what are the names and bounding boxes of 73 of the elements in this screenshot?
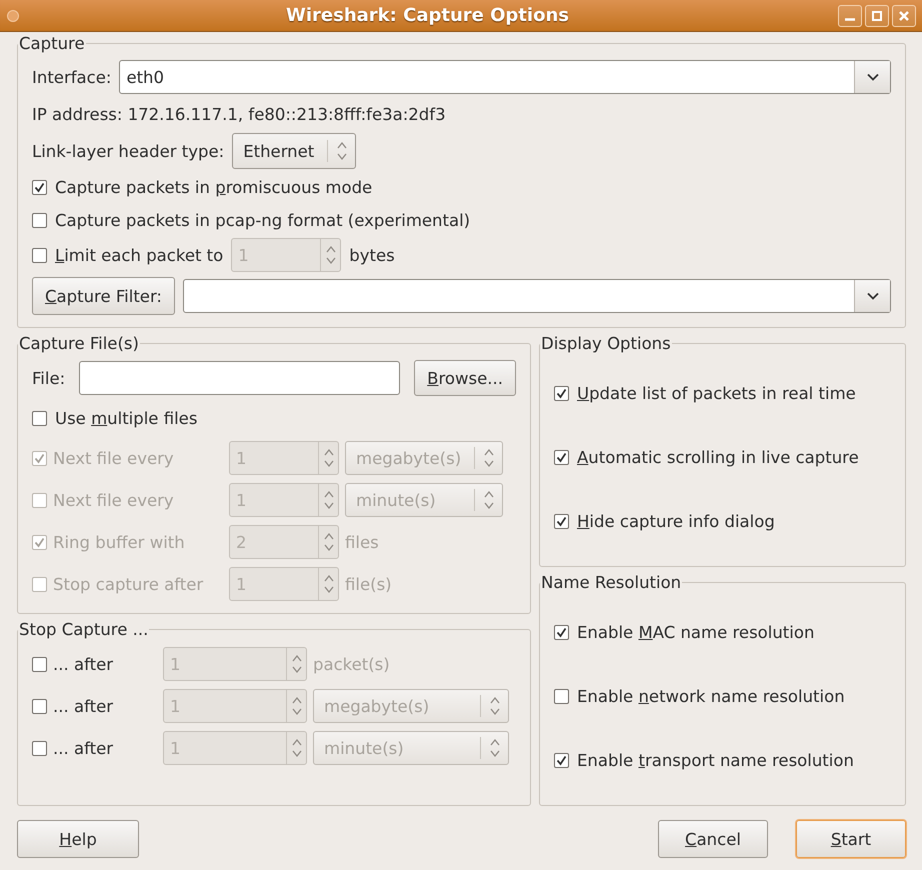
- caret-icon: [866, 73, 878, 81]
- checkbox-label: Enable transport name resolution: [577, 751, 854, 770]
- checkbox[interactable]: [554, 753, 569, 768]
- checkbox-label: Limit each packet to: [55, 246, 224, 264]
- link-type-dropdown[interactable]: Ethernet: [232, 133, 356, 169]
- dialog-button[interactable]: Cancel: [658, 820, 768, 858]
- checkbox-label: Hide capture info dialog: [577, 512, 775, 532]
- checkbox[interactable]: [554, 450, 569, 465]
- file-field[interactable]: [79, 361, 400, 395]
- checkbox[interactable]: [32, 698, 47, 714]
- section-title: Name Resolution: [540, 573, 682, 592]
- browse-button[interactable]: Browse...: [414, 360, 516, 396]
- checkbox-label: ... after: [53, 738, 114, 758]
- checkbox[interactable]: [32, 180, 47, 195]
- dialog-button[interactable]: Help: [17, 820, 139, 858]
- spin-arrows-icon: [322, 489, 334, 511]
- unit-label: file(s): [345, 574, 392, 594]
- checkbox[interactable]: [32, 410, 47, 426]
- checkbox[interactable]: [554, 688, 569, 704]
- window-title: Wireshark: Capture Options: [285, 5, 570, 26]
- checkbox-label: Ring buffer with: [53, 532, 186, 552]
- checkbox-label: ... after: [53, 696, 114, 716]
- updown-icon: [482, 447, 494, 469]
- field-label: Interface:: [32, 68, 112, 86]
- capture-filter-button[interactable]: Capture Filter:: [32, 277, 175, 315]
- checkbox-label: Automatic scrolling in live capture: [577, 448, 859, 467]
- spin-arrows-icon: [290, 653, 302, 675]
- section-title: Capture: [18, 34, 86, 53]
- section-title: Stop Capture ...: [18, 620, 150, 639]
- minimize-button[interactable]: [838, 4, 862, 26]
- checkbox-label: Update list of packets in real time: [577, 384, 856, 403]
- interface-combo[interactable]: eth0: [119, 60, 891, 94]
- updown-icon: [488, 737, 500, 759]
- checkbox-label: Capture packets in promiscuous mode: [55, 178, 372, 197]
- updown-icon: [336, 140, 348, 162]
- spin-arrows-icon: [322, 531, 334, 553]
- updown-icon: [488, 695, 500, 717]
- checkbox[interactable]: [554, 386, 569, 401]
- checkbox-label: ... after: [53, 654, 114, 674]
- checkbox[interactable]: [554, 624, 569, 640]
- unit-label: files: [345, 532, 379, 552]
- checkbox[interactable]: [32, 656, 47, 672]
- spin-arrows-icon: [324, 244, 337, 266]
- close-icon: [899, 10, 909, 20]
- field-label: File:: [32, 368, 66, 388]
- checkbox-label: Next file every: [53, 448, 175, 468]
- spin-arrows-icon: [322, 573, 334, 595]
- spin-arrows-icon: [290, 695, 302, 717]
- minimize-icon: [845, 18, 855, 20]
- checkbox[interactable]: [32, 740, 47, 756]
- maximize-icon: [872, 10, 882, 20]
- unit-label: packet(s): [313, 654, 390, 674]
- section-title: Display Options: [540, 334, 672, 353]
- checkbox-label: Stop capture after: [53, 574, 204, 594]
- checkbox-label: Capture packets in pcap-ng format (experimental): [55, 211, 470, 230]
- caret-icon: [866, 292, 878, 300]
- field-label: Link-layer header type:: [32, 142, 224, 160]
- dialog-button[interactable]: Start: [796, 820, 906, 858]
- checkbox-label: Next file every: [53, 490, 175, 510]
- maximize-button[interactable]: [865, 4, 889, 26]
- checkbox-label: Enable MAC name resolution: [577, 622, 814, 642]
- capture-filter-combo[interactable]: [183, 279, 891, 313]
- checkbox-label: Use multiple files: [55, 408, 198, 428]
- checkbox[interactable]: [554, 514, 569, 530]
- close-button[interactable]: [892, 4, 916, 26]
- spin-arrows-icon: [290, 737, 302, 759]
- ip-address-text: IP address: 172.16.117.1, fe80::213:8fff:fe3a:2df3: [32, 104, 446, 124]
- checkbox[interactable]: [32, 213, 47, 228]
- updown-icon: [482, 489, 494, 511]
- section-title: Capture File(s): [18, 334, 140, 353]
- unit-label: bytes: [349, 246, 395, 264]
- spin-arrows-icon: [322, 447, 334, 469]
- checkbox-label: Enable network name resolution: [577, 686, 845, 706]
